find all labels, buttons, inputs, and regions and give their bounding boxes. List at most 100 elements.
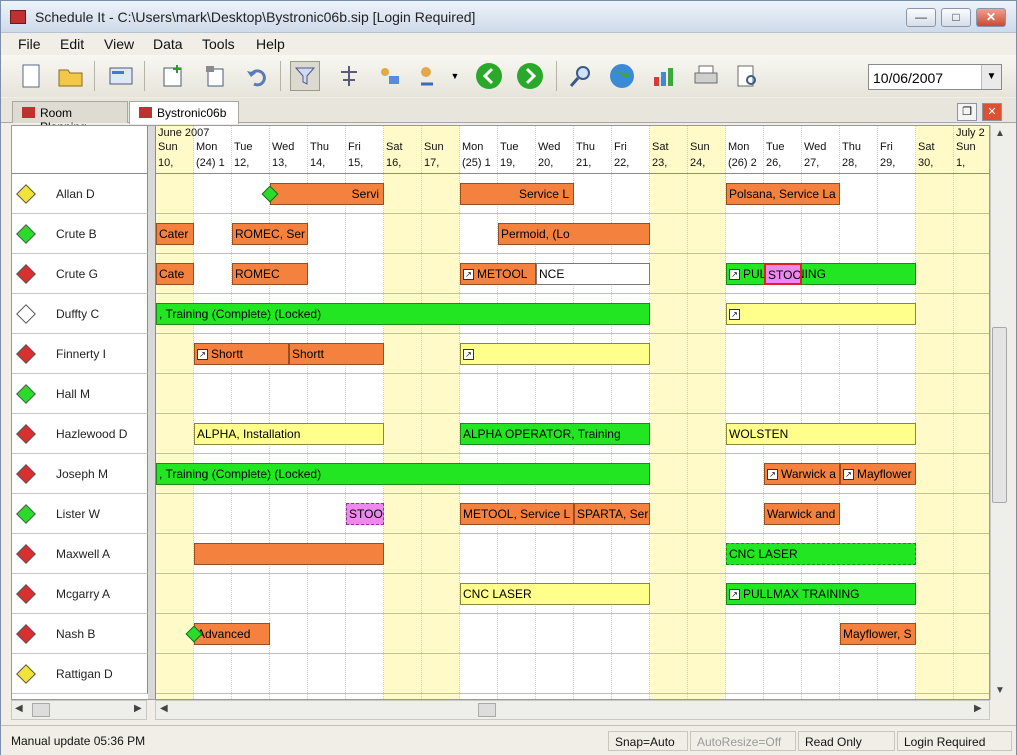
print-preview-icon[interactable] — [732, 61, 762, 91]
booking-bar[interactable]: ↗ — [726, 303, 916, 325]
restore-tab-icon[interactable]: ❐ — [957, 103, 977, 121]
scroll-down-icon[interactable]: ▼ — [995, 685, 1005, 696]
booking-bar[interactable]: SPARTA, Ser — [574, 503, 650, 525]
booking-bar[interactable]: ALPHA OPERATOR, Training — [460, 423, 650, 445]
publish-icon[interactable] — [106, 61, 136, 91]
find-resource-icon[interactable] — [414, 61, 444, 91]
booking-bar[interactable]: Cate — [156, 263, 194, 285]
print-icon[interactable] — [691, 61, 721, 91]
booking-bar[interactable]: ↗Shortt — [194, 343, 289, 365]
link-icon: ↗ — [729, 589, 740, 600]
scroll-left-icon[interactable]: ◀ — [15, 703, 23, 714]
edit-booking-icon[interactable] — [200, 61, 230, 91]
open-folder-icon[interactable] — [56, 61, 86, 91]
splitter[interactable] — [148, 126, 156, 700]
booking-bar[interactable]: METOOL, Service L — [460, 503, 574, 525]
tab-bystronic06b[interactable]: Bystronic06b — [129, 101, 239, 124]
status-readonly: Read Only — [798, 731, 895, 751]
split-icon[interactable] — [334, 61, 364, 91]
booking-bar[interactable]: Service L — [460, 183, 574, 205]
booking-bar[interactable]: , Training (Complete) (Locked) — [156, 303, 650, 325]
vertical-scrollbar[interactable]: ▲ ▼ — [990, 125, 1007, 700]
search-icon[interactable] — [566, 61, 596, 91]
resource-row[interactable]: Hall M — [12, 374, 148, 414]
menu-file[interactable]: File — [18, 36, 41, 52]
date-picker[interactable]: 10/06/2007 ▼ — [868, 64, 1002, 90]
scroll-right-icon[interactable]: ▶ — [974, 703, 982, 714]
booking-bar[interactable]: , Training (Complete) (Locked) — [156, 463, 650, 485]
booking-bar[interactable]: STOO — [346, 503, 384, 525]
status-login[interactable]: Login Required — [897, 731, 1012, 751]
scroll-left-icon[interactable]: ◀ — [160, 703, 168, 714]
filter-icon[interactable] — [290, 61, 320, 91]
status-autoresize[interactable]: AutoResize=Off — [690, 731, 796, 751]
chevron-down-icon[interactable]: ▼ — [445, 61, 465, 91]
booking-bar[interactable]: Shortt — [289, 343, 384, 365]
booking-bar[interactable]: Cater — [156, 223, 194, 245]
booking-bar[interactable]: ↗PULLMAX TRAINING — [726, 583, 916, 605]
menu-view[interactable]: View — [104, 36, 134, 52]
chart-icon[interactable] — [649, 61, 679, 91]
resource-icon[interactable] — [374, 61, 404, 91]
globe-icon[interactable] — [607, 61, 637, 91]
add-booking-icon[interactable] — [158, 61, 188, 91]
booking-bar[interactable]: Servi — [270, 183, 384, 205]
undo-icon[interactable] — [242, 61, 272, 91]
booking-bar[interactable]: CNC LASER — [460, 583, 650, 605]
booking-bar[interactable]: Advanced — [194, 623, 270, 645]
scroll-thumb[interactable] — [32, 703, 50, 717]
booking-bar[interactable]: Warwick and — [764, 503, 840, 525]
resource-row[interactable]: Rattigan D — [12, 654, 148, 694]
booking-bar[interactable]: ↗METOOL — [460, 263, 536, 285]
resource-row[interactable]: Crute G — [12, 254, 148, 294]
menu-data[interactable]: Data — [153, 36, 183, 52]
close-button[interactable]: ✕ — [976, 8, 1006, 27]
date-dropdown-icon[interactable]: ▼ — [981, 65, 1001, 89]
booking-bar[interactable]: CNC LASER — [726, 543, 916, 565]
booking-bar[interactable]: ↗Warwick a — [764, 463, 840, 485]
booking-bar[interactable]: ROMEC, Ser — [232, 223, 308, 245]
maximize-button[interactable]: □ — [941, 8, 971, 27]
scroll-thumb[interactable] — [478, 703, 496, 717]
booking-bar[interactable]: ↗ — [460, 343, 650, 365]
forward-arrow-icon[interactable] — [515, 61, 545, 91]
scroll-thumb[interactable] — [992, 327, 1007, 503]
resource-row[interactable]: Maxwell A — [12, 534, 148, 574]
resource-row[interactable]: Crute B — [12, 214, 148, 254]
resource-row[interactable]: Finnerty I — [12, 334, 148, 374]
booking-bar[interactable]: Permoid, (Lo — [498, 223, 650, 245]
booking-bar[interactable]: ↗Mayflower — [840, 463, 916, 485]
resource-row[interactable]: Allan D — [12, 174, 148, 214]
timeline-chart[interactable]: Sun10,Mon(24) 1Tue12,Wed13,Thu14,Fri15,S… — [156, 126, 990, 700]
day-name-label: Mon — [726, 141, 749, 153]
status-snap[interactable]: Snap=Auto — [608, 731, 688, 751]
booking-bar[interactable]: Polsana, Service La — [726, 183, 840, 205]
resource-row[interactable]: Duffty C — [12, 294, 148, 334]
menu-help[interactable]: Help — [256, 36, 285, 52]
resource-row[interactable]: Joseph M — [12, 454, 148, 494]
booking-bar[interactable] — [194, 543, 384, 565]
timeline-hscrollbar[interactable]: ◀ ▶ — [155, 700, 990, 720]
resource-row[interactable]: Nash B — [12, 614, 148, 654]
resource-hscrollbar[interactable]: ◀ ▶ — [11, 700, 147, 720]
close-tab-icon[interactable]: ✕ — [982, 103, 1002, 121]
minimize-button[interactable]: — — [906, 8, 936, 27]
day-number-label: 26, — [764, 157, 781, 169]
booking-bar[interactable]: NCE — [536, 263, 650, 285]
booking-bar[interactable]: STOO — [764, 263, 802, 285]
new-file-icon[interactable] — [16, 61, 46, 91]
booking-bar[interactable]: Mayflower, S — [840, 623, 916, 645]
booking-bar[interactable]: ↗PULL RAINING — [726, 263, 916, 285]
resource-row[interactable]: Hazlewood D — [12, 414, 148, 454]
resource-row[interactable]: Mcgarry A — [12, 574, 148, 614]
tab-room-planning[interactable]: Room Planning — [12, 101, 128, 123]
booking-bar[interactable]: ALPHA, Installation — [194, 423, 384, 445]
menu-tools[interactable]: Tools — [202, 36, 235, 52]
booking-bar[interactable]: WOLSTEN — [726, 423, 916, 445]
scroll-up-icon[interactable]: ▲ — [995, 128, 1005, 139]
menu-edit[interactable]: Edit — [60, 36, 84, 52]
booking-bar[interactable]: ROMEC — [232, 263, 308, 285]
back-arrow-icon[interactable] — [474, 61, 504, 91]
resource-row[interactable]: Lister W — [12, 494, 148, 534]
scroll-right-icon[interactable]: ▶ — [134, 703, 142, 714]
